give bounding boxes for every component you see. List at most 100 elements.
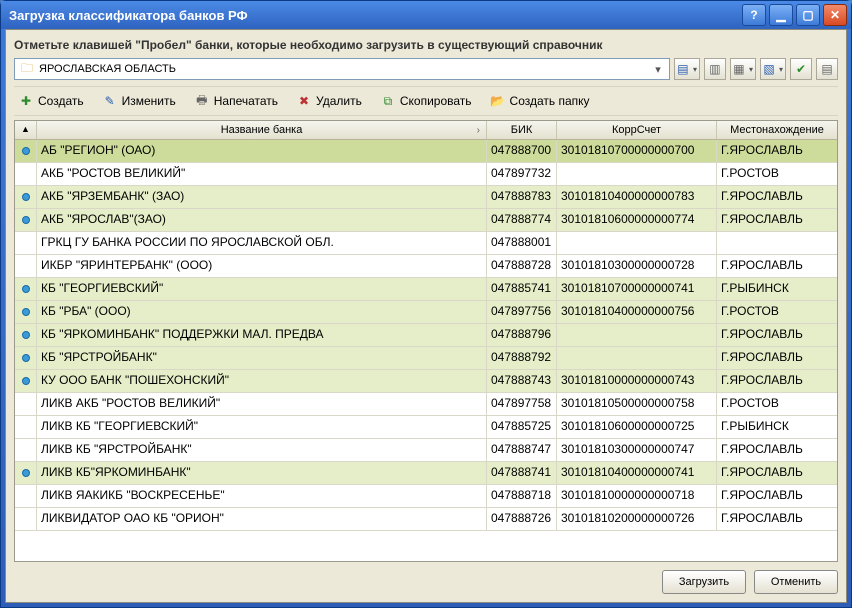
footer: Загрузить Отменить [14, 562, 838, 594]
cell-name: ЛИКВ ЯАКИКБ "ВОСКРЕСЕНЬЕ" [37, 485, 487, 507]
cell-bik: 047885725 [487, 416, 557, 438]
folder-icon: 🗀 [19, 61, 35, 77]
row-marker [15, 301, 37, 323]
cell-korr: 30101810700000000741 [557, 278, 717, 300]
dropdown-icon[interactable]: ▾ [651, 63, 665, 76]
cell-bik: 047888774 [487, 209, 557, 231]
table-row[interactable]: КУ ООО БАНК "ПОШЕХОНСКИЙ"047888743301018… [15, 370, 837, 393]
table-row[interactable]: КБ "ГЕОРГИЕВСКИЙ"04788574130101810700000… [15, 278, 837, 301]
print-button[interactable]: 🖶Напечатать [190, 91, 282, 111]
row-marker [15, 140, 37, 162]
table-row[interactable]: КБ "ЯРСТРОЙБАНК"047888792Г.ЯРОСЛАВЛЬ [15, 347, 837, 370]
cell-name: АБ "РЕГИОН" (ОАО) [37, 140, 487, 162]
icon-button-4[interactable]: ▧▾ [760, 58, 786, 80]
load-button[interactable]: Загрузить [662, 570, 746, 594]
icon-button-5[interactable]: ▤ [816, 58, 838, 80]
row-marker [15, 439, 37, 461]
cancel-button[interactable]: Отменить [754, 570, 838, 594]
table-row[interactable]: ЛИКВ ЯАКИКБ "ВОСКРЕСЕНЬЕ"047888718301018… [15, 485, 837, 508]
cell-name: КБ "ГЕОРГИЕВСКИЙ" [37, 278, 487, 300]
grid-header: ▲ Название банка› БИК КоррСчет Местонахо… [15, 121, 837, 140]
minimize-button[interactable]: ▁ [769, 4, 793, 26]
cell-loc: Г.ЯРОСЛАВЛЬ [717, 462, 837, 484]
table-row[interactable]: АБ "РЕГИОН" (ОАО)04788870030101810700000… [15, 140, 837, 163]
create-folder-button[interactable]: 📂Создать папку [486, 91, 594, 111]
row-marker [15, 232, 37, 254]
window: Загрузка классификатора банков РФ ? ▁ ▢ … [0, 0, 852, 608]
icon-button-check[interactable]: ✔ [790, 58, 812, 80]
filter-row: 🗀 ЯРОСЛАВСКАЯ ОБЛАСТЬ ▾ ▤▾ ▥ ▦▾ ▧▾ ✔ ▤ [14, 58, 838, 80]
region-select[interactable]: 🗀 ЯРОСЛАВСКАЯ ОБЛАСТЬ ▾ [14, 58, 670, 80]
mark-dot-icon [22, 193, 30, 201]
row-marker [15, 462, 37, 484]
cell-korr: 30101810600000000725 [557, 416, 717, 438]
delete-button[interactable]: ✖Удалить [292, 91, 366, 111]
cell-loc: Г.ЯРОСЛАВЛЬ [717, 439, 837, 461]
page-icon: ▥ [707, 61, 723, 77]
cell-name: КУ ООО БАНК "ПОШЕХОНСКИЙ" [37, 370, 487, 392]
help-button[interactable]: ? [742, 4, 766, 26]
edit-button[interactable]: ✎Изменить [98, 91, 180, 111]
table-row[interactable]: ГРКЦ ГУ БАНКА РОССИИ ПО ЯРОСЛАВСКОЙ ОБЛ.… [15, 232, 837, 255]
table-row[interactable]: ИКБР "ЯРИНТЕРБАНК" (ООО)0478887283010181… [15, 255, 837, 278]
table-row[interactable]: ЛИКВ КБ "ЯРСТРОЙБАНК"0478887473010181030… [15, 439, 837, 462]
cell-loc: Г.РЫБИНСК [717, 278, 837, 300]
cell-korr: 30101810400000000741 [557, 462, 717, 484]
column-name[interactable]: Название банка› [37, 121, 487, 139]
table-row[interactable]: ЛИКВ КБ"ЯРКОМИНБАНК"04788874130101810400… [15, 462, 837, 485]
cell-loc: Г.РОСТОВ [717, 301, 837, 323]
sort-indicator-column[interactable]: ▲ [15, 121, 37, 139]
delete-icon: ✖ [296, 93, 312, 109]
table-row[interactable]: АКБ "ЯРОСЛАВ"(ЗАО)0478887743010181060000… [15, 209, 837, 232]
cell-loc: Г.ЯРОСЛАВЛЬ [717, 255, 837, 277]
column-location[interactable]: Местонахождение [717, 121, 837, 139]
cell-korr: 30101810300000000747 [557, 439, 717, 461]
grid-body[interactable]: АБ "РЕГИОН" (ОАО)04788870030101810700000… [15, 140, 837, 561]
cell-korr [557, 163, 717, 185]
cell-bik: 047888741 [487, 462, 557, 484]
row-marker [15, 163, 37, 185]
row-marker [15, 370, 37, 392]
table-row[interactable]: АКБ "РОСТОВ ВЕЛИКИЙ"047897732Г.РОСТОВ [15, 163, 837, 186]
grid-icon: ▦ [731, 61, 747, 77]
mark-dot-icon [22, 377, 30, 385]
cell-loc: Г.РОСТОВ [717, 393, 837, 415]
cell-loc: Г.ЯРОСЛАВЛЬ [717, 370, 837, 392]
table-row[interactable]: ЛИКВ АКБ "РОСТОВ ВЕЛИКИЙ"047897758301018… [15, 393, 837, 416]
titlebar[interactable]: Загрузка классификатора банков РФ ? ▁ ▢ … [1, 1, 851, 29]
table-row[interactable]: КБ "ЯРКОМИНБАНК" ПОДДЕРЖКИ МАЛ. ПРЕДВА04… [15, 324, 837, 347]
cell-korr: 30101810700000000700 [557, 140, 717, 162]
cell-korr [557, 324, 717, 346]
cell-loc: Г.ЯРОСЛАВЛЬ [717, 209, 837, 231]
row-marker [15, 416, 37, 438]
mark-dot-icon [22, 331, 30, 339]
list-icon: ▤ [675, 61, 691, 77]
icon-button-1[interactable]: ▤▾ [674, 58, 700, 80]
icon-button-3[interactable]: ▦▾ [730, 58, 756, 80]
table-row[interactable]: ЛИКВИДАТОР ОАО КБ "ОРИОН"047888726301018… [15, 508, 837, 531]
cell-name: ЛИКВИДАТОР ОАО КБ "ОРИОН" [37, 508, 487, 530]
maximize-button[interactable]: ▢ [796, 4, 820, 26]
column-bik[interactable]: БИК [487, 121, 557, 139]
create-button[interactable]: ✚Создать [14, 91, 88, 111]
cell-name: КБ "ЯРСТРОЙБАНК" [37, 347, 487, 369]
icon-button-2[interactable]: ▥ [704, 58, 726, 80]
cell-bik: 047888700 [487, 140, 557, 162]
row-marker [15, 255, 37, 277]
column-korr[interactable]: КоррСчет [557, 121, 717, 139]
table-row[interactable]: ЛИКВ КБ "ГЕОРГИЕВСКИЙ"047885725301018106… [15, 416, 837, 439]
cell-name: ЛИКВ КБ"ЯРКОМИНБАНК" [37, 462, 487, 484]
edit-icon: ✎ [102, 93, 118, 109]
cell-bik: 047888718 [487, 485, 557, 507]
cell-loc: Г.ЯРОСЛАВЛЬ [717, 508, 837, 530]
table-row[interactable]: КБ "РБА" (ООО)04789775630101810400000000… [15, 301, 837, 324]
cell-bik: 047897732 [487, 163, 557, 185]
cell-loc: Г.ЯРОСЛАВЛЬ [717, 347, 837, 369]
cell-bik: 047888728 [487, 255, 557, 277]
row-marker [15, 324, 37, 346]
copy-button[interactable]: ⧉Скопировать [376, 91, 476, 111]
table-row[interactable]: АКБ "ЯРЗЕМБАНК" (ЗАО)0478887833010181040… [15, 186, 837, 209]
close-button[interactable]: ✕ [823, 4, 847, 26]
cell-bik: 047888796 [487, 324, 557, 346]
cell-bik: 047885741 [487, 278, 557, 300]
